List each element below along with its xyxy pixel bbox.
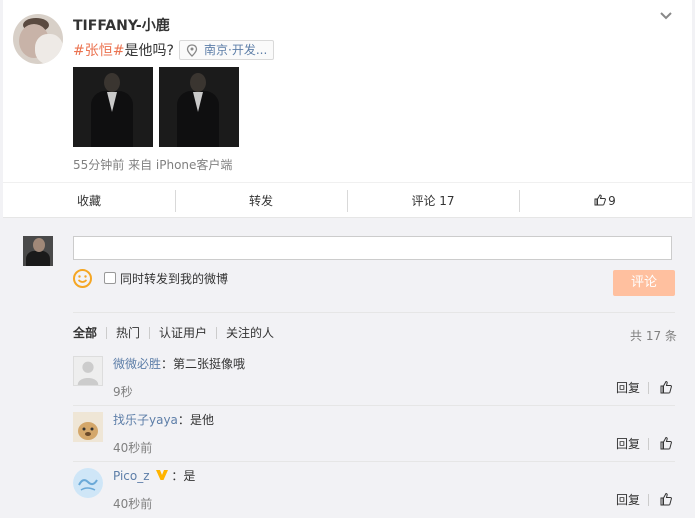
filter-all[interactable]: 全部 <box>73 327 106 339</box>
commenter-avatar[interactable] <box>73 412 103 442</box>
reply-button[interactable]: 回复 <box>616 438 650 450</box>
comment-filter-tabs: 全部 热门 认证用户 关注的人 <box>73 327 283 339</box>
thumbs-up-icon <box>594 193 607 205</box>
comment-text: 是 <box>183 469 196 483</box>
post-photo-2[interactable] <box>159 67 239 147</box>
comment-total: 共 17 条 <box>630 329 677 343</box>
submit-comment-button[interactable]: 评论 <box>613 270 675 296</box>
comment-item: 微微必胜：第二张挺像哦 9秒 回复 <box>73 350 675 406</box>
poster-avatar[interactable] <box>13 14 63 64</box>
poster-name[interactable]: TIFFANY-小鹿 <box>73 15 170 35</box>
commenter-name[interactable]: 找乐子yaya <box>113 413 178 427</box>
thumbs-up-icon[interactable] <box>660 436 672 450</box>
comment-content: 找乐子yaya：是他 <box>113 413 214 427</box>
comment-time: 40秒前 <box>113 441 153 455</box>
art-avatar-icon <box>73 468 103 498</box>
vip-badge-icon[interactable] <box>155 469 169 481</box>
post-text: #张恒#是他吗? <box>73 40 174 60</box>
action-bar: 收藏 转发 评论 17 9 <box>3 182 692 218</box>
reply-button[interactable]: 回复 <box>616 382 650 394</box>
commenter-name[interactable]: 微微必胜 <box>113 357 161 371</box>
thumbs-up-icon[interactable] <box>660 380 672 394</box>
current-user-avatar[interactable] <box>23 236 53 266</box>
post-meta: 55分钟前 来自 iPhone客户端 <box>73 158 233 172</box>
location-tag[interactable]: 南京·开发... <box>179 40 275 60</box>
divider <box>73 312 675 313</box>
weibo-post-card: TIFFANY-小鹿 #张恒#是他吗? 南京·开发... 55分钟前 来自 iP… <box>3 0 692 218</box>
chevron-down-icon[interactable] <box>659 10 673 22</box>
commenter-name[interactable]: Pico_z <box>113 469 150 483</box>
like-count: 9 <box>608 193 616 208</box>
location-label: 南京·开发... <box>204 43 268 57</box>
repost-button[interactable]: 转发 <box>175 189 347 212</box>
comment-input[interactable] <box>73 236 672 260</box>
smiley-icon[interactable] <box>73 269 92 288</box>
location-pin-icon <box>186 44 198 57</box>
post-body: 是他吗? <box>124 43 174 59</box>
commenter-avatar[interactable] <box>73 468 103 498</box>
hashtag-link[interactable]: #张恒# <box>73 43 124 59</box>
comment-item: 找乐子yaya：是他 40秒前 回复 <box>73 406 675 462</box>
comment-button[interactable]: 评论 17 <box>347 189 519 212</box>
comment-item: Pico_z ：是 40秒前 回复 <box>73 462 675 518</box>
post-photo-1[interactable] <box>73 67 153 147</box>
like-button[interactable]: 9 <box>519 189 691 212</box>
default-avatar-icon <box>77 361 99 385</box>
repost-checkbox[interactable] <box>104 272 116 284</box>
comment-time: 9秒 <box>113 385 133 399</box>
comment-text: 第二张挺像哦 <box>173 357 246 371</box>
comment-content: 微微必胜：第二张挺像哦 <box>113 357 246 371</box>
repost-checkbox-label: 同时转发到我的微博 <box>120 272 229 286</box>
reply-button[interactable]: 回复 <box>616 494 650 506</box>
filter-hot[interactable]: 热门 <box>106 327 149 339</box>
comment-content: Pico_z ：是 <box>113 469 196 483</box>
favorite-button[interactable]: 收藏 <box>3 190 175 212</box>
filter-verified[interactable]: 认证用户 <box>149 327 216 339</box>
comment-time: 40秒前 <box>113 497 153 511</box>
commenter-avatar[interactable] <box>73 356 103 386</box>
comment-text: 是他 <box>189 413 214 427</box>
filter-following[interactable]: 关注的人 <box>216 327 283 339</box>
thumbs-up-icon[interactable] <box>660 492 672 506</box>
dog-avatar-icon <box>73 412 103 442</box>
